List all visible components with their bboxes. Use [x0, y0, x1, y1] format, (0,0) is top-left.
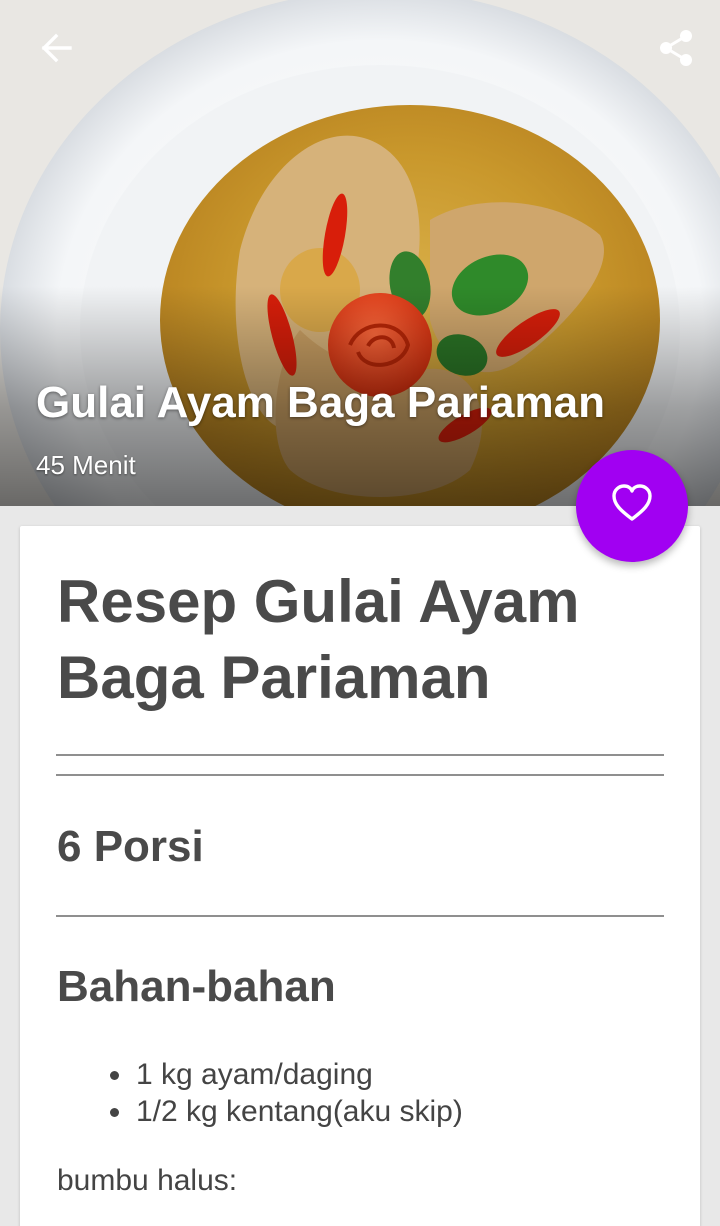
divider [56, 774, 664, 776]
portions-label: 6 Porsi [57, 822, 204, 871]
ingredients-heading: Bahan-bahan [57, 962, 336, 1011]
arrow-left-icon [36, 28, 76, 73]
recipe-detail-screen: Gulai Ayam Baga Pariaman 45 Menit Resep … [0, 0, 720, 1226]
back-button[interactable] [26, 24, 86, 76]
spice-paste-heading: bumbu halus: [57, 1164, 238, 1197]
ingredient-item: 1/2 kg kentang(aku skip) [100, 1093, 463, 1130]
ingredient-item: 1 kg ayam/daging [100, 1056, 463, 1093]
recipe-title: Resep Gulai Ayam Baga Pariaman [57, 568, 580, 711]
recipe-card: Resep Gulai Ayam Baga Pariaman 6 Porsi B… [20, 526, 700, 1226]
divider [56, 915, 664, 917]
share-button[interactable] [648, 22, 704, 78]
favorite-button[interactable] [576, 450, 688, 562]
ingredients-list: 1 kg ayam/daging 1/2 kg kentang(aku skip… [100, 1056, 463, 1130]
divider [56, 754, 664, 756]
heart-outline-icon [610, 482, 654, 531]
cooking-time: 45 Menit [36, 450, 136, 480]
share-icon [654, 26, 698, 75]
recipe-hero: Gulai Ayam Baga Pariaman 45 Menit [0, 0, 720, 506]
hero-title: Gulai Ayam Baga Pariaman [36, 378, 605, 427]
